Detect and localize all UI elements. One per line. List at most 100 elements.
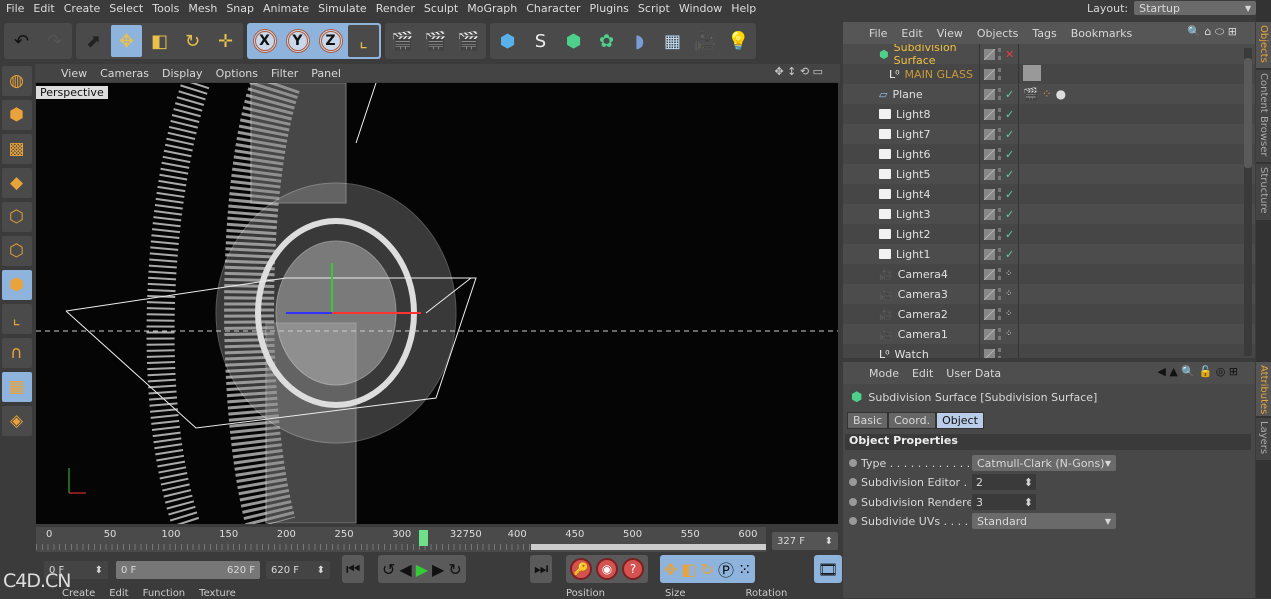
om-menu-view[interactable]: View — [937, 27, 963, 40]
polygons-mode-icon[interactable]: ⬢ — [1, 270, 32, 300]
subdivision-renderer-field[interactable]: 3 ⬍ — [972, 494, 1036, 510]
key-pla-icon[interactable]: ⁙ — [738, 560, 751, 579]
object-name[interactable]: Camera3 — [898, 288, 948, 301]
object-row[interactable]: Light8 ✓ — [843, 104, 1255, 124]
layer-icon[interactable] — [984, 248, 995, 260]
layer-icon[interactable] — [984, 288, 995, 300]
object-list-scrollbar[interactable] — [1244, 48, 1252, 356]
viewport-menu-cameras[interactable]: Cameras — [100, 67, 149, 80]
menu-snap[interactable]: Snap — [223, 0, 260, 17]
layer-icon[interactable] — [984, 268, 995, 280]
visibility-dots-icon[interactable] — [998, 188, 1002, 200]
animate-bullet[interactable] — [849, 459, 857, 467]
enabled-check-icon[interactable]: ✓ — [1005, 188, 1014, 201]
points-mode-icon[interactable]: ⬡ — [1, 202, 32, 232]
menu-character[interactable]: Character — [523, 0, 586, 17]
enabled-check-icon[interactable]: ✓ — [1005, 128, 1014, 141]
enabled-check-icon[interactable]: ✓ — [1005, 168, 1014, 181]
layer-icon[interactable] — [984, 308, 995, 320]
object-name[interactable]: Light4 — [896, 188, 930, 201]
menu-file[interactable]: File — [3, 0, 30, 17]
object-name[interactable]: Light6 — [896, 148, 930, 161]
menu-create[interactable]: Create — [61, 0, 107, 17]
key-scale-icon[interactable]: ◧ — [681, 560, 696, 579]
play-icon[interactable]: ▶ — [416, 560, 428, 579]
visibility-dots-icon[interactable] — [998, 148, 1002, 160]
render-settings-icon[interactable]: 🎬 — [453, 25, 484, 57]
frame-range-slider[interactable]: 0 F 620 F — [116, 561, 260, 579]
tab-coord[interactable]: Coord. — [888, 412, 937, 429]
attr-toolbar-icons[interactable]: ◀ ▲ 🔍 🔓 ◎ ⊞ — [1157, 365, 1238, 378]
lock-workplane-icon[interactable]: ▦ — [1, 372, 32, 402]
material-menu-function[interactable]: Function — [143, 588, 186, 599]
rotate-tool-icon[interactable]: ↻ — [177, 25, 208, 57]
magnet-icon[interactable]: ∩ — [1, 338, 32, 368]
menu-window[interactable]: Window — [676, 0, 728, 17]
layer-icon[interactable] — [984, 108, 995, 120]
material-tag-icon[interactable] — [1023, 64, 1041, 81]
visibility-dots-icon[interactable] — [998, 348, 1002, 358]
object-name[interactable]: Light5 — [896, 168, 930, 181]
subdivide-uvs-dropdown[interactable]: Standard ▼ — [972, 513, 1116, 529]
menu-script[interactable]: Script — [635, 0, 676, 17]
enabled-check-icon[interactable]: ✓ — [1005, 88, 1014, 101]
visibility-dots-icon[interactable] — [998, 308, 1002, 320]
object-name[interactable]: Light8 — [896, 108, 930, 121]
om-menu-bookmarks[interactable]: Bookmarks — [1071, 27, 1132, 40]
texture-mode-icon[interactable]: ▩ — [1, 134, 32, 164]
disabled-x-icon[interactable]: ✕ — [1005, 48, 1014, 61]
object-name[interactable]: MAIN GLASS — [905, 68, 973, 81]
camera-icon[interactable]: 🎥 — [690, 25, 721, 57]
menu-select[interactable]: Select — [106, 0, 149, 17]
layer-icon[interactable] — [984, 168, 995, 180]
scale-tool-icon[interactable]: ◧ — [144, 25, 175, 57]
end-frame-field[interactable]: 620 F ⬍ — [266, 561, 330, 579]
model-mode-icon[interactable]: ⬢ — [1, 100, 32, 130]
attr-menu-edit[interactable]: Edit — [912, 367, 933, 380]
animate-bullet[interactable] — [849, 517, 857, 525]
menu-edit[interactable]: Edit — [30, 0, 60, 17]
key-parameter-icon[interactable]: Ⓟ — [718, 557, 734, 581]
layer-icon[interactable] — [984, 228, 995, 240]
visibility-dots-icon[interactable] — [998, 108, 1002, 120]
tab-layers[interactable]: Layers — [1256, 418, 1271, 460]
object-name[interactable]: Watch — [895, 348, 929, 359]
go-to-end-button[interactable]: ⏭ — [530, 555, 553, 583]
visibility-dots-icon[interactable] — [998, 68, 1002, 80]
make-editable-icon[interactable]: ◍ — [1, 66, 32, 96]
visibility-dots-icon[interactable] — [998, 128, 1002, 140]
layer-icon[interactable] — [984, 148, 995, 160]
render-view-icon[interactable]: 🎬 — [387, 25, 418, 57]
object-row[interactable]: Light2 ✓ — [843, 224, 1255, 244]
material-tag-icon[interactable]: ● — [1056, 87, 1066, 101]
menu-render[interactable]: Render — [373, 0, 421, 17]
viewport-menu-display[interactable]: Display — [162, 67, 203, 80]
material-menu-create[interactable]: Create — [62, 588, 95, 599]
object-name[interactable]: Camera1 — [898, 328, 948, 341]
object-name[interactable]: Light1 — [896, 248, 930, 261]
enabled-check-icon[interactable]: ✓ — [1005, 148, 1014, 161]
object-name[interactable]: Light7 — [896, 128, 930, 141]
object-row[interactable]: Light3 ✓ — [843, 204, 1255, 224]
attr-menu-user-data[interactable]: User Data — [946, 367, 1001, 380]
next-key-icon[interactable]: ↻ — [448, 560, 461, 579]
object-row[interactable]: Light5 ✓ — [843, 164, 1255, 184]
visibility-dots-icon[interactable] — [998, 208, 1002, 220]
material-menu-texture[interactable]: Texture — [199, 588, 236, 599]
om-menu-objects[interactable]: Objects — [977, 27, 1019, 40]
workplane-icon[interactable]: ◆ — [1, 168, 32, 198]
tab-objects[interactable]: Objects — [1256, 22, 1271, 68]
layer-icon[interactable] — [984, 68, 995, 80]
visibility-dots-icon[interactable] — [998, 268, 1002, 280]
select-tool-icon[interactable]: ⬈ — [78, 25, 109, 57]
render-picture-viewer-icon[interactable]: 🎬 — [420, 25, 451, 57]
menu-mograph[interactable]: MoGraph — [464, 0, 523, 17]
om-menu-tags[interactable]: Tags — [1032, 27, 1056, 40]
add-tool-icon[interactable]: ✛ — [210, 25, 241, 57]
coordinate-system-icon[interactable]: ⌞ — [348, 25, 379, 57]
visibility-dots-icon[interactable] — [998, 168, 1002, 180]
menu-mesh[interactable]: Mesh — [185, 0, 223, 17]
object-name[interactable]: Light3 — [896, 208, 930, 221]
x-axis-lock[interactable]: X — [252, 29, 277, 53]
previous-frame-icon[interactable]: ◀ — [399, 560, 411, 579]
